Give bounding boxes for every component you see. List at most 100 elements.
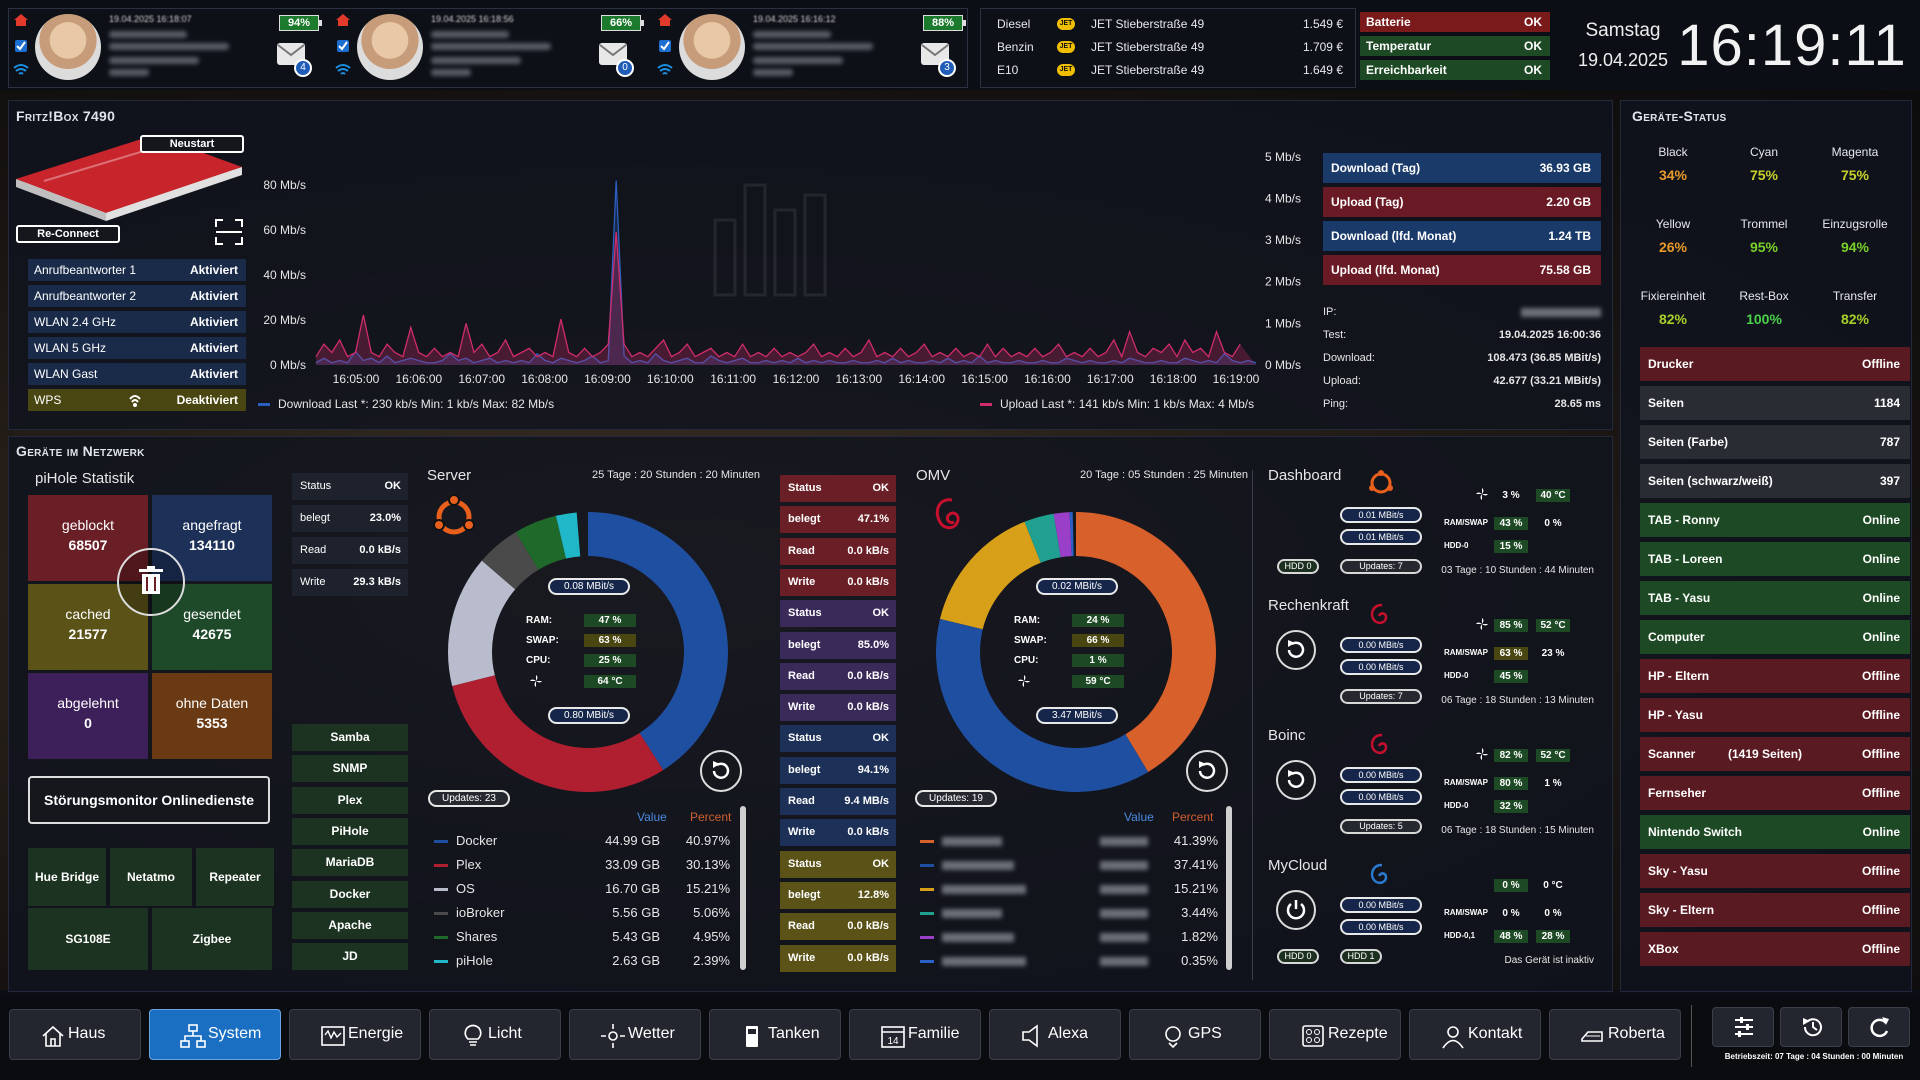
download-legend-text: Download Last *: 230 kb/s Min: 1 kb/s Ma…	[278, 397, 555, 411]
server-value-header: Value	[637, 810, 667, 824]
checkbox-icon[interactable]	[14, 39, 28, 53]
nav-haus-button[interactable]: Haus	[9, 1009, 141, 1060]
person-card[interactable]: 19.04.2025 16:18:56 66% 0	[331, 9, 653, 87]
pihole-flush-button[interactable]	[117, 548, 185, 616]
device-label: TAB - Loreen	[1648, 552, 1723, 566]
y-left-tick: 80 Mb/s	[263, 178, 306, 192]
network-device-button[interactable]: Zigbee	[152, 908, 272, 970]
jet-logo-icon: JET	[1057, 41, 1075, 53]
ink-value: 26%	[1658, 239, 1688, 255]
machine-hdd-pill[interactable]: HDD 0	[1277, 949, 1319, 964]
person-date: 19.04.2025 16:16:12	[753, 14, 836, 24]
machine-restart-button[interactable]	[1276, 760, 1316, 800]
fritz-setting-row[interactable]: WLAN 5 GHz Aktiviert	[28, 337, 246, 359]
nav-kontakt-button[interactable]: Kontakt	[1409, 1009, 1541, 1060]
network-device-button[interactable]: Repeater	[196, 848, 274, 906]
nav-roberta-button[interactable]: Roberta	[1549, 1009, 1681, 1060]
nav-alexa-button[interactable]: Alexa	[989, 1009, 1121, 1060]
ink-label: Magenta	[1831, 145, 1879, 159]
battery-indicator: 66%	[601, 15, 641, 31]
reload-button[interactable]	[1848, 1007, 1910, 1047]
legend-value-redacted	[1100, 861, 1148, 870]
restart-icon	[1287, 640, 1305, 658]
nav-tanken-button[interactable]: Tanken	[709, 1009, 841, 1060]
person-card[interactable]: 19.04.2025 16:16:12 88% 3	[653, 9, 975, 87]
server-updates[interactable]: Updates: 23	[428, 790, 510, 807]
checkbox-icon[interactable]	[336, 39, 350, 53]
restart-button[interactable]: Neustart	[140, 135, 244, 153]
nav-familie-button[interactable]: 14 Familie	[849, 1009, 981, 1060]
history-button[interactable]	[1780, 1007, 1842, 1047]
server-stat-label: belegt	[300, 512, 330, 524]
machine-name: Boinc	[1268, 727, 1306, 744]
chart-watermark-bar	[773, 208, 797, 297]
service-tile[interactable]: Docker	[292, 880, 408, 908]
nav-energie-button[interactable]: Energie	[289, 1009, 421, 1060]
omv-restart-button[interactable]	[1186, 750, 1228, 792]
resource-label: RAM:	[1014, 615, 1041, 626]
donut-segment	[939, 521, 1041, 630]
machine-updates[interactable]: Updates: 7	[1340, 559, 1422, 574]
legend-swatch	[920, 912, 934, 915]
download-area	[316, 180, 1256, 365]
machine-restart-button[interactable]	[1276, 630, 1316, 670]
machine-updates[interactable]: Updates: 5	[1340, 819, 1422, 834]
nav-rezepte-button[interactable]: Rezepte	[1269, 1009, 1401, 1060]
settings-button[interactable]	[1712, 1007, 1774, 1047]
machine-power-button[interactable]	[1276, 890, 1316, 930]
device-status-row: Seiten (schwarz/weiß) 397	[1640, 464, 1910, 498]
legend-percent: 41.39%	[1173, 833, 1218, 848]
machine-ram: 0 %	[1502, 908, 1520, 919]
restart-icon	[1287, 770, 1305, 788]
omv-legend-scrollbar[interactable]	[1226, 806, 1232, 970]
nav-gps-button[interactable]: GPS	[1129, 1009, 1261, 1060]
service-tile[interactable]: SNMP	[292, 755, 408, 783]
fritz-setting-row[interactable]: WLAN Gast Aktiviert	[28, 363, 246, 385]
nav-system-button[interactable]: System	[149, 1009, 281, 1060]
ramswap-label: RAM/SWAP	[1444, 648, 1488, 657]
machine-updates[interactable]: Updates: 7	[1340, 689, 1422, 704]
service-tile[interactable]: PiHole	[292, 817, 408, 845]
omv-updates[interactable]: Updates: 19	[915, 790, 997, 807]
network-device-button[interactable]: SG108E	[28, 908, 148, 970]
nav-wetter-button[interactable]: Wetter	[569, 1009, 701, 1060]
device-status-value: Offline	[1862, 942, 1900, 956]
temperature-value: 59 °C	[1072, 675, 1124, 688]
service-tile[interactable]: Samba	[292, 724, 408, 751]
mail-count-badge: 0	[616, 59, 634, 77]
machine-hdd-pill[interactable]: HDD 0	[1277, 559, 1319, 574]
trash-icon	[139, 566, 163, 594]
service-tile[interactable]: Apache	[292, 911, 408, 939]
network-device-button[interactable]: Hue Bridge	[28, 848, 106, 906]
server-restart-button[interactable]	[700, 750, 742, 792]
omv-stat-label: Status	[788, 482, 822, 494]
service-tile[interactable]: Plex	[292, 786, 408, 814]
network-device-button[interactable]: Netatmo	[110, 848, 192, 906]
machine-uptime: Das Gerät ist inaktiv	[1504, 955, 1594, 966]
system-status-row: Temperatur OK	[1360, 36, 1550, 56]
device-status-row: Nintendo Switch Online	[1640, 815, 1910, 849]
device-label: Sky - Yasu	[1648, 864, 1708, 878]
service-tile[interactable]: MariaDB	[292, 849, 408, 877]
x-tick: 16:15:00	[961, 372, 1008, 386]
person-card[interactable]: 19.04.2025 16:18:07 94% 4	[9, 9, 331, 87]
legend-name-redacted	[942, 909, 1002, 918]
service-tile[interactable]: JD	[292, 943, 408, 971]
fritz-setting-row[interactable]: Anrufbeantworter 1 Aktiviert	[28, 259, 246, 281]
reload-icon	[1870, 1017, 1889, 1038]
fritz-setting-row[interactable]: WPS Deaktiviert	[28, 389, 246, 411]
fritz-setting-row[interactable]: WLAN 2.4 GHz Aktiviert	[28, 311, 246, 333]
server-legend-scrollbar[interactable]	[740, 806, 746, 970]
jet-logo-icon: JET	[1057, 18, 1075, 30]
nav-licht-button[interactable]: Licht	[429, 1009, 561, 1060]
omv-disk-stat: belegt 47.1%	[780, 506, 896, 534]
machine-hdd-pill-2[interactable]: HDD 1	[1340, 949, 1382, 964]
reconnect-button[interactable]: Re-Connect	[16, 225, 120, 243]
outage-monitor-button[interactable]: Störungsmonitor Onlinedienste	[28, 776, 270, 824]
checkbox-icon[interactable]	[658, 39, 672, 53]
server-storage-donut	[448, 512, 728, 792]
x-tick: 16:19:00	[1213, 372, 1260, 386]
omv-uptime: 20 Tage : 05 Stunden : 25 Minuten	[1080, 469, 1248, 481]
machine-name: Rechenkraft	[1268, 597, 1349, 614]
fritz-setting-row[interactable]: Anrufbeantworter 2 Aktiviert	[28, 285, 246, 307]
